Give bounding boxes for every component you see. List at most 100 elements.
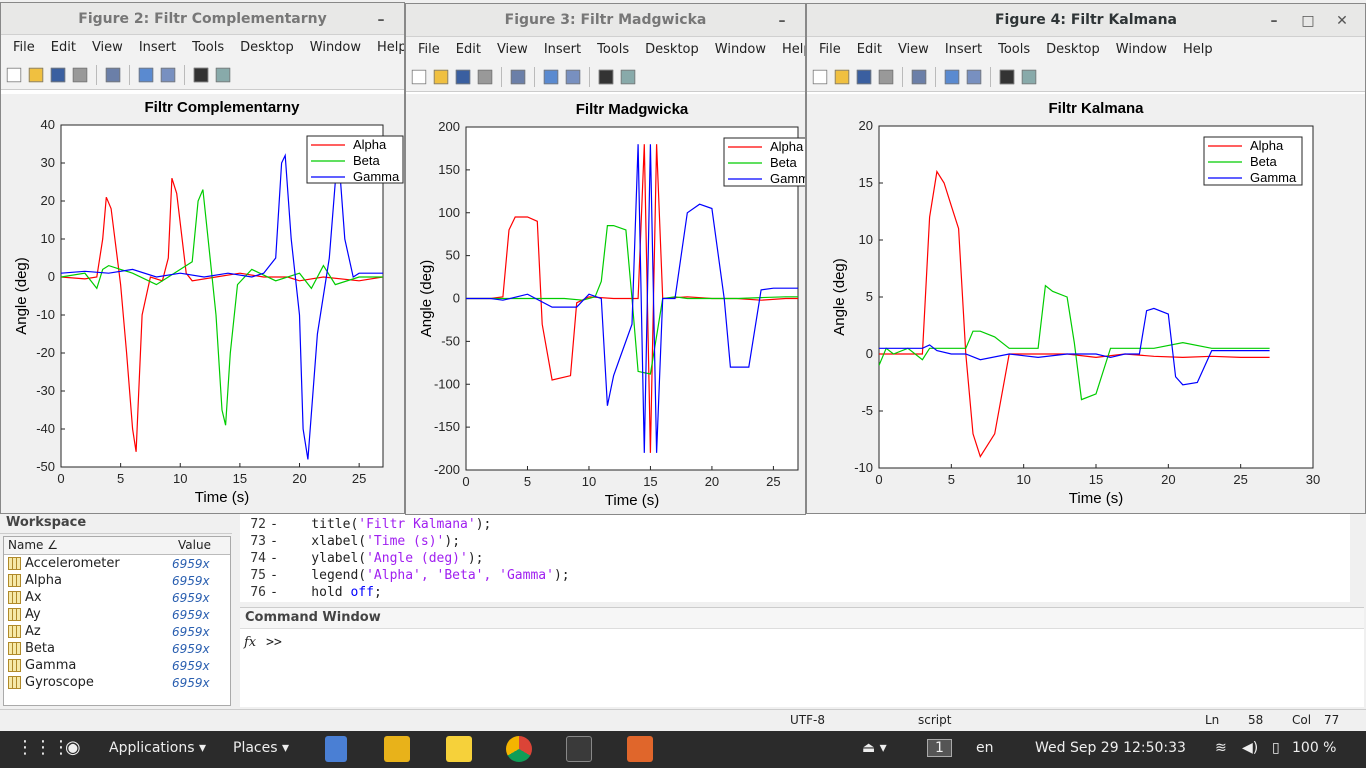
workspace-app-icon[interactable]: [384, 736, 410, 762]
pointer-icon[interactable]: [598, 69, 614, 84]
menu-edit[interactable]: Edit: [43, 40, 84, 55]
code-line[interactable]: 75- legend('Alpha', 'Beta', 'Gamma');: [240, 567, 1350, 584]
workspace-row[interactable]: Az 6959x: [4, 623, 230, 640]
wifi-icon[interactable]: ≋: [1215, 740, 1227, 756]
link-plot-icon[interactable]: [911, 69, 927, 84]
menu-window[interactable]: Window: [302, 40, 369, 55]
new-file-icon[interactable]: [6, 67, 22, 82]
menu-tools[interactable]: Tools: [990, 42, 1038, 57]
open-file-icon[interactable]: [834, 69, 850, 84]
battery-icon[interactable]: ▯: [1272, 740, 1280, 756]
code-line[interactable]: 76- hold off;: [240, 584, 1350, 601]
workspace-row[interactable]: Alpha 6959x: [4, 572, 230, 589]
code-line[interactable]: 74- ylabel('Angle (deg)');: [240, 550, 1350, 567]
code-line[interactable]: 72- title('Filtr Kalmana');: [240, 516, 1350, 533]
figure-titlebar[interactable]: Figure 2: Filtr Complementarny –: [1, 3, 404, 35]
minimize-icon[interactable]: –: [1257, 13, 1291, 29]
pointer-icon[interactable]: [999, 69, 1015, 84]
legend-icon[interactable]: [565, 69, 581, 84]
pointer-icon[interactable]: [193, 67, 209, 82]
menu-file[interactable]: File: [5, 40, 43, 55]
save-icon[interactable]: [455, 69, 471, 84]
print-icon[interactable]: [72, 67, 88, 82]
breakpoint-marker[interactable]: -: [268, 551, 280, 566]
volume-icon[interactable]: ◀): [1242, 740, 1258, 756]
command-window[interactable]: Command Window fx >>: [240, 607, 1364, 707]
menu-desktop[interactable]: Desktop: [637, 42, 707, 57]
save-icon[interactable]: [856, 69, 872, 84]
notes-icon[interactable]: [446, 736, 472, 762]
menu-desktop[interactable]: Desktop: [232, 40, 302, 55]
breakpoint-marker[interactable]: -: [268, 568, 280, 583]
breakpoint-marker[interactable]: -: [268, 517, 280, 532]
menu-tools[interactable]: Tools: [589, 42, 637, 57]
figure-titlebar[interactable]: Figure 4: Filtr Kalmana – □ ✕: [807, 4, 1365, 37]
code-editor[interactable]: 72- title('Filtr Kalmana'); 73- xlabel('T…: [240, 514, 1350, 602]
colorbar-icon[interactable]: [543, 69, 559, 84]
save-icon[interactable]: [50, 67, 66, 82]
property-editor-icon[interactable]: [1021, 69, 1037, 84]
link-plot-icon[interactable]: [105, 67, 121, 82]
menu-desktop[interactable]: Desktop: [1038, 42, 1108, 57]
figure-window-2[interactable]: Figure 2: Filtr Complementarny – File Edi…: [0, 2, 405, 514]
workspace-switcher[interactable]: 1: [927, 739, 952, 757]
applications-menu[interactable]: Applications ▾: [109, 740, 206, 756]
chrome-icon[interactable]: [506, 736, 532, 762]
print-icon[interactable]: [878, 69, 894, 84]
file-manager-icon[interactable]: [325, 736, 347, 762]
menu-window[interactable]: Window: [1108, 42, 1175, 57]
minimize-icon[interactable]: –: [765, 13, 799, 29]
language-indicator[interactable]: en: [976, 740, 994, 756]
workspace-col-value[interactable]: Value: [174, 537, 215, 554]
app-grid-icon[interactable]: ⋮⋮⋮: [16, 737, 70, 758]
property-editor-icon[interactable]: [620, 69, 636, 84]
figure-window-3[interactable]: Figure 3: Filtr Madgwicka – File Edit View…: [405, 3, 806, 515]
menu-insert[interactable]: Insert: [536, 42, 589, 57]
workspace-row[interactable]: Beta 6959x: [4, 640, 230, 657]
workspace-row[interactable]: Ax 6959x: [4, 589, 230, 606]
workspace-row[interactable]: Accelerometer 6959x: [4, 555, 230, 572]
clock[interactable]: Wed Sep 29 12:50:33: [1035, 740, 1186, 756]
colorbar-icon[interactable]: [944, 69, 960, 84]
menu-file[interactable]: File: [811, 42, 849, 57]
workspace-row[interactable]: Ay 6959x: [4, 606, 230, 623]
menu-view[interactable]: View: [890, 42, 937, 57]
close-icon[interactable]: ✕: [1325, 13, 1359, 29]
workspace-row[interactable]: Gyroscope 6959x: [4, 674, 230, 691]
menu-view[interactable]: View: [489, 42, 536, 57]
breakpoint-marker[interactable]: -: [268, 534, 280, 549]
legend-icon[interactable]: [160, 67, 176, 82]
figure-window-4[interactable]: Figure 4: Filtr Kalmana – □ ✕ File Edit View…: [806, 3, 1366, 514]
eject-icon[interactable]: ⏏ ▾: [862, 740, 887, 756]
fx-icon[interactable]: fx: [244, 635, 256, 650]
menu-help[interactable]: Help: [369, 40, 404, 55]
open-file-icon[interactable]: [28, 67, 44, 82]
matlab-icon[interactable]: [627, 736, 653, 762]
menu-insert[interactable]: Insert: [131, 40, 184, 55]
menu-help[interactable]: Help: [774, 42, 805, 57]
workspace-row[interactable]: Gamma 6959x: [4, 657, 230, 674]
code-line[interactable]: 73- xlabel('Time (s)');: [240, 533, 1350, 550]
menu-edit[interactable]: Edit: [448, 42, 489, 57]
menu-help[interactable]: Help: [1175, 42, 1221, 57]
menu-tools[interactable]: Tools: [184, 40, 232, 55]
places-menu[interactable]: Places ▾: [233, 740, 289, 756]
menu-edit[interactable]: Edit: [849, 42, 890, 57]
new-file-icon[interactable]: [812, 69, 828, 84]
menu-view[interactable]: View: [84, 40, 131, 55]
menu-window[interactable]: Window: [707, 42, 774, 57]
property-editor-icon[interactable]: [215, 67, 231, 82]
print-icon[interactable]: [477, 69, 493, 84]
menu-insert[interactable]: Insert: [937, 42, 990, 57]
workspace-col-name[interactable]: Name ∠: [4, 537, 174, 554]
link-plot-icon[interactable]: [510, 69, 526, 84]
command-prompt[interactable]: >>: [266, 635, 282, 650]
legend-icon[interactable]: [966, 69, 982, 84]
terminal-icon[interactable]: [566, 736, 592, 762]
maximize-icon[interactable]: □: [1291, 13, 1325, 29]
open-file-icon[interactable]: [433, 69, 449, 84]
breakpoint-marker[interactable]: -: [268, 585, 280, 600]
new-file-icon[interactable]: [411, 69, 427, 84]
activities-icon[interactable]: ◉: [65, 737, 81, 758]
colorbar-icon[interactable]: [138, 67, 154, 82]
